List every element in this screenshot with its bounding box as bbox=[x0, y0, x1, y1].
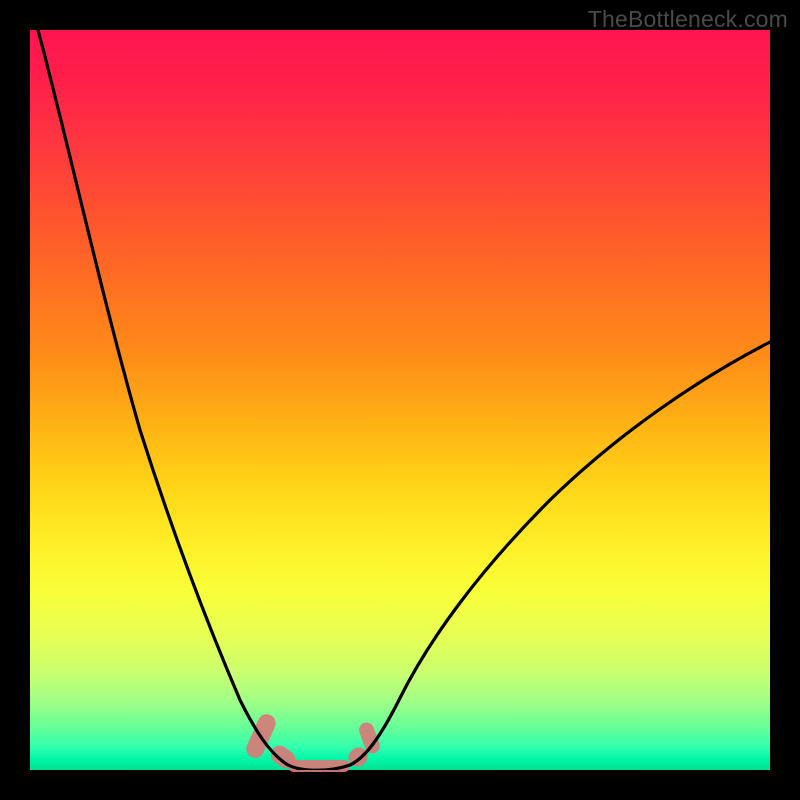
plot-area bbox=[30, 30, 770, 770]
curve-path bbox=[38, 30, 770, 770]
bottleneck-curve bbox=[30, 30, 770, 770]
chart-frame: TheBottleneck.com bbox=[0, 0, 800, 800]
attribution-text: TheBottleneck.com bbox=[588, 6, 788, 33]
